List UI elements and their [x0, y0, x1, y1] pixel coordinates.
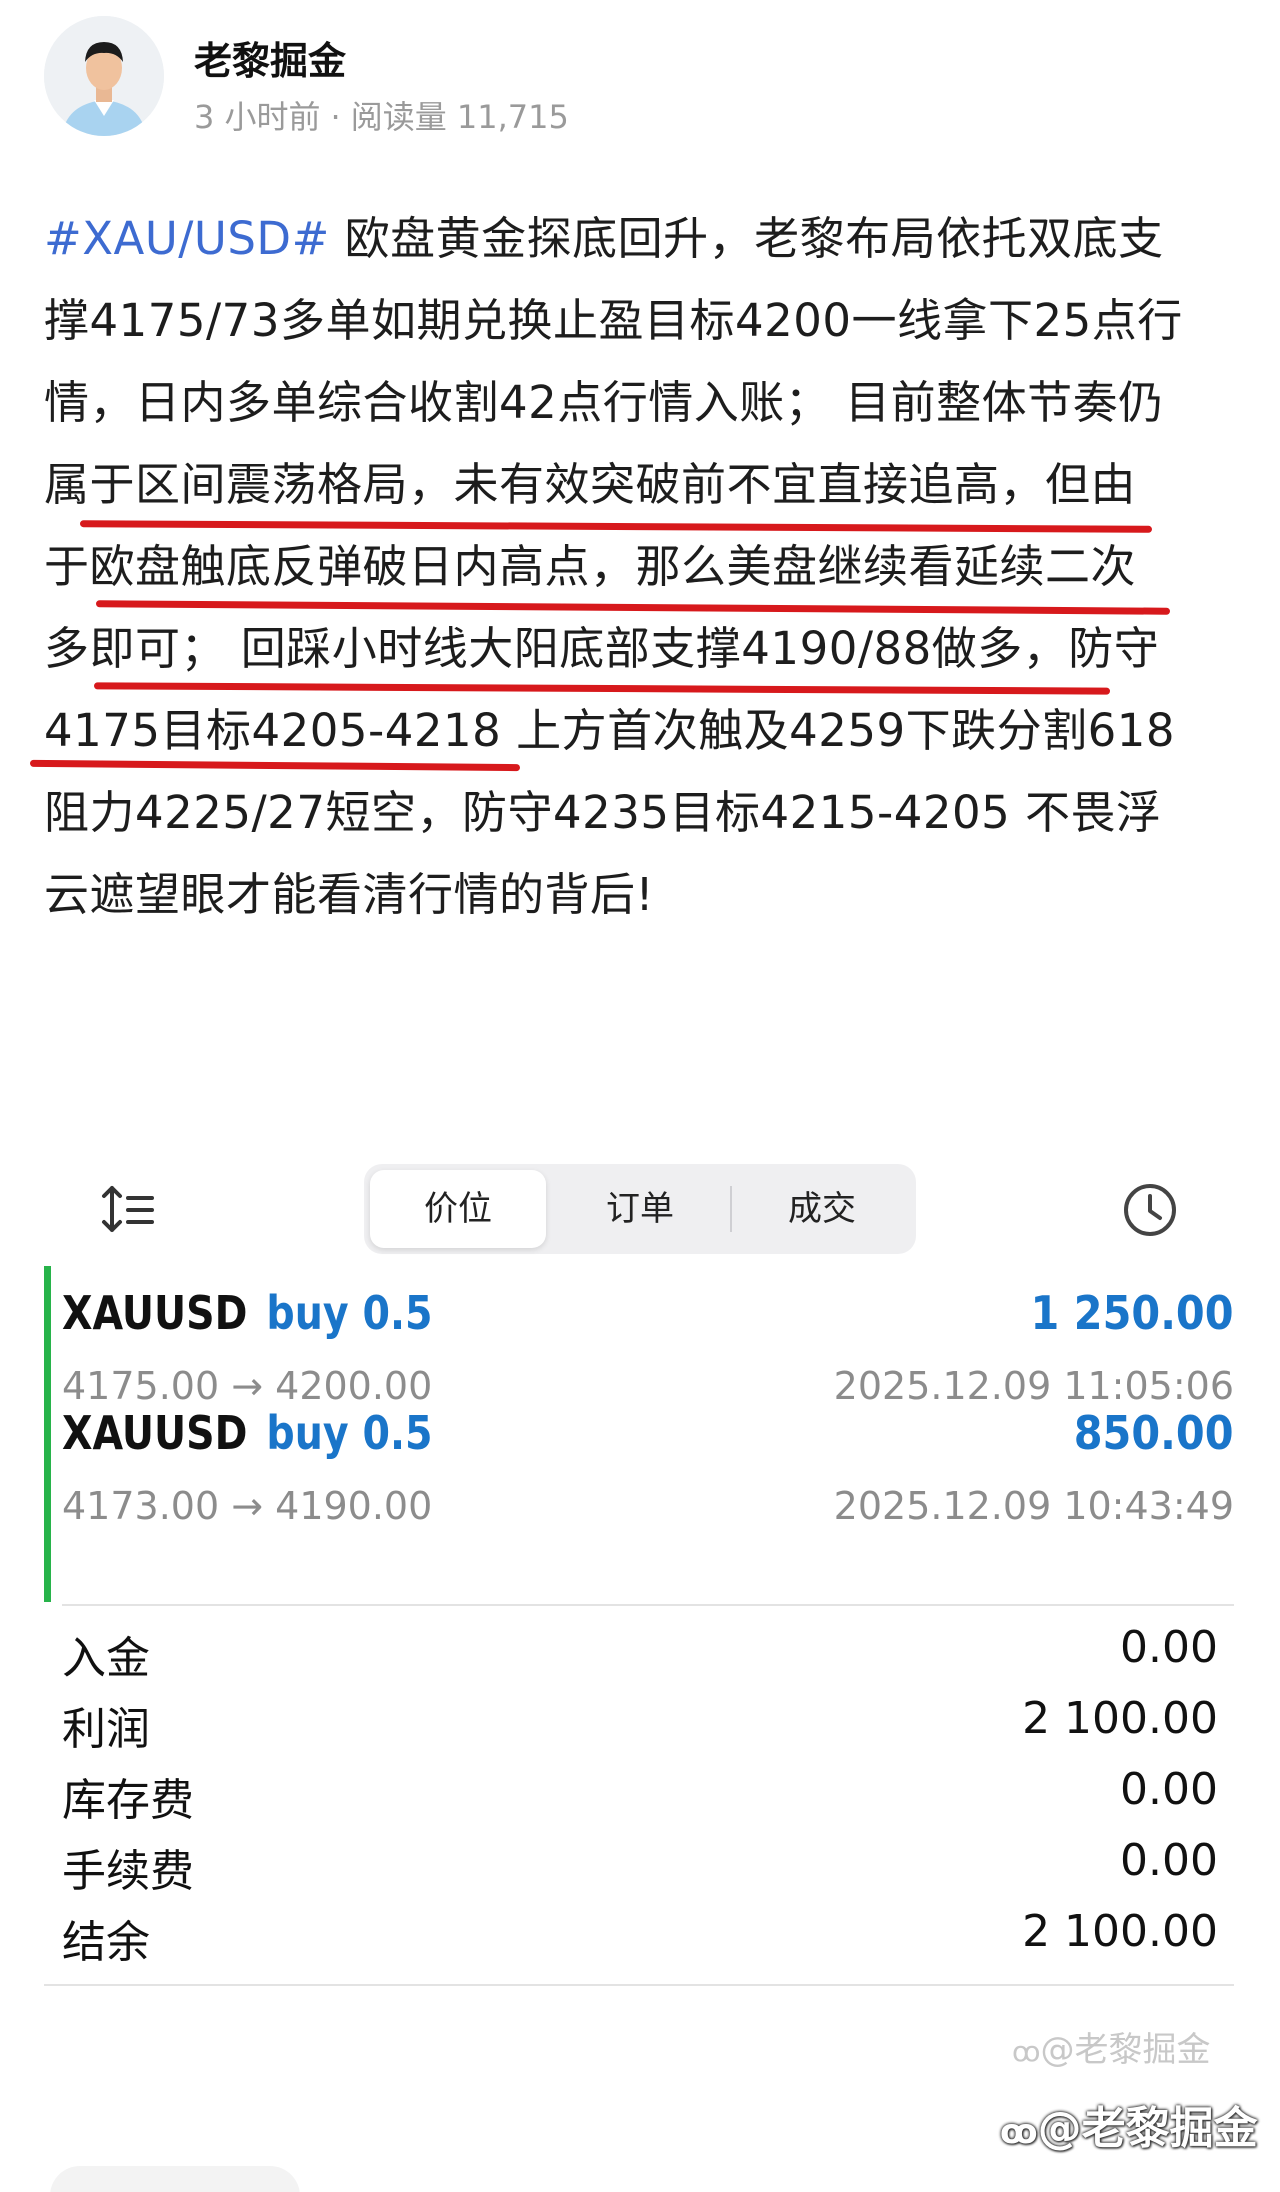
weibo-logo-icon: ꝏ	[1000, 2112, 1038, 2152]
summary-label: 结余	[62, 1917, 150, 1968]
trade-action: buy 0.5	[266, 1406, 433, 1460]
account-summary: 入金 0.00 利润 2 100.00 库存费 0.00 手续费 0.00 结余…	[62, 1618, 1218, 1973]
segmented-control: 价位 订单 成交	[364, 1164, 916, 1254]
post-meta: 3 小时前 · 阅读量 11,715	[194, 92, 569, 138]
clock-icon[interactable]	[1120, 1180, 1180, 1240]
summary-row: 结余 2 100.00	[62, 1902, 1218, 1973]
bottom-action-pill[interactable]	[50, 2166, 300, 2192]
post-line: 云遮望眼才能看清行情的背后!	[44, 868, 655, 921]
summary-value: 0.00	[1120, 1622, 1218, 1673]
summary-row: 入金 0.00	[62, 1618, 1218, 1689]
trade-profit: 850.00	[1074, 1406, 1234, 1460]
post-header: 老黎掘金 3 小时前 · 阅读量 11,715	[44, 16, 1244, 146]
trade-time: 2025.12.09 10:43:49	[833, 1484, 1234, 1528]
trade-profit: 1 250.00	[1031, 1286, 1234, 1340]
summary-label: 手续费	[62, 1846, 194, 1897]
symbol-text: XAUUSD	[62, 1286, 248, 1340]
trade-toolbar: 价位 订单 成交	[0, 1160, 1280, 1260]
summary-label: 库存费	[62, 1775, 194, 1826]
post-line: 阻力4225/27短空，防守4235目标4215-4205 不畏浮	[44, 786, 1162, 839]
weibo-logo-icon: ꝏ	[1012, 2035, 1041, 2068]
summary-value: 0.00	[1120, 1835, 1218, 1886]
post-line: 多即可； 回踩小时线大阳底部支撑4190/88做多，防守	[44, 622, 1160, 675]
trade-symbol: XAUUSD buy 0.5	[62, 1406, 433, 1460]
avatar[interactable]	[44, 16, 164, 136]
trade-list: XAUUSD buy 0.5 1 250.00 4175.00 → 4200.0…	[44, 1266, 1234, 1602]
avatar-portrait	[44, 16, 164, 136]
trade-symbol: XAUUSD buy 0.5	[62, 1286, 433, 1340]
summary-value: 2 100.00	[1022, 1906, 1218, 1957]
summary-row: 利润 2 100.00	[62, 1689, 1218, 1760]
post-line: 撑4175/73多单如期兑换止盈目标4200一线拿下25点行	[44, 294, 1183, 347]
watermark-small: ꝏ@老黎掘金	[1012, 2022, 1211, 2071]
watermark-large: ꝏ@老黎掘金	[1000, 2092, 1258, 2156]
author-name[interactable]: 老黎掘金	[194, 30, 346, 85]
trade-prices: 4173.00 → 4190.00	[62, 1484, 433, 1528]
time-ago: 3 小时前	[194, 98, 321, 136]
trade-action: buy 0.5	[266, 1286, 433, 1340]
post-line-text: 欧盘黄金探底回升，老黎布局依托双底支	[329, 212, 1164, 265]
reads-label: 阅读量	[350, 98, 447, 136]
post-line: #XAU/USD# 欧盘黄金探底回升，老黎布局依托双底支	[44, 198, 1244, 280]
post-line: 情，日内多单综合收割42点行情入账； 目前整体节奏仍	[44, 376, 1164, 429]
summary-row: 库存费 0.00	[62, 1760, 1218, 1831]
meta-separator: ·	[330, 98, 341, 136]
watermark-small-text: @老黎掘金	[1040, 2030, 1211, 2070]
summary-label: 利润	[62, 1704, 150, 1755]
segment-divider	[730, 1186, 732, 1232]
tab-orders[interactable]: 订单	[552, 1170, 728, 1248]
post-body: #XAU/USD# 欧盘黄金探底回升，老黎布局依托双底支 撑4175/73多单如…	[44, 198, 1244, 936]
section-divider	[44, 1984, 1234, 1986]
reads-count: 11,715	[456, 98, 569, 136]
watermark-large-text: @老黎掘金	[1037, 2103, 1258, 2154]
post-line: 4175目标4205-4218 上方首次触及4259下跌分割618	[44, 704, 1176, 757]
trade-row[interactable]: XAUUSD buy 0.5 850.00 4173.00 → 4190.00 …	[62, 1386, 1234, 1546]
buy-indicator-bar	[44, 1266, 51, 1602]
post-line: 属于区间震荡格局，未有效突破前不宜直接追高，但由	[44, 458, 1137, 511]
summary-row: 手续费 0.00	[62, 1831, 1218, 1902]
summary-value: 0.00	[1120, 1764, 1218, 1815]
hashtag-link[interactable]: #XAU/USD#	[44, 212, 330, 265]
summary-label: 入金	[62, 1633, 150, 1684]
section-divider	[62, 1604, 1234, 1606]
symbol-text: XAUUSD	[62, 1406, 248, 1460]
summary-value: 2 100.00	[1022, 1693, 1218, 1744]
sort-icon[interactable]	[100, 1180, 160, 1240]
tab-deals[interactable]: 成交	[734, 1170, 910, 1248]
post-line: 于欧盘触底反弹破日内高点，那么美盘继续看延续二次	[44, 540, 1137, 593]
tab-price[interactable]: 价位	[370, 1170, 546, 1248]
